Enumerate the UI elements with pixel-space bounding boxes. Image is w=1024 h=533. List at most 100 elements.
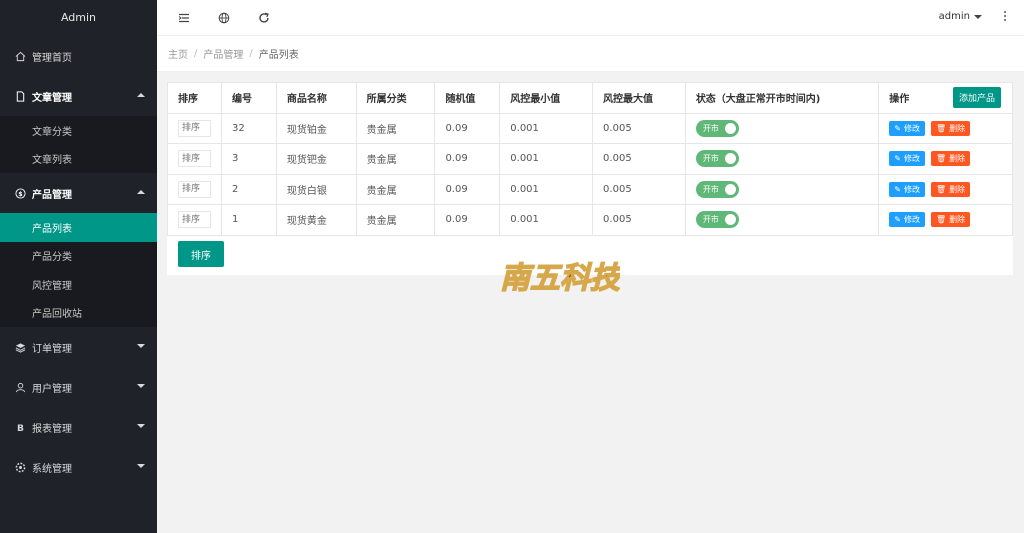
breadcrumb-home[interactable]: 主页 xyxy=(168,46,188,61)
user-menu[interactable]: admin xyxy=(939,11,982,22)
status-toggle-label: 开市 xyxy=(702,215,719,225)
sort-order-input[interactable] xyxy=(178,150,211,168)
refresh-icon[interactable] xyxy=(257,11,271,25)
sidebar-item-label: 产品管理 xyxy=(32,189,72,201)
status-toggle-label: 开市 xyxy=(702,154,719,164)
breadcrumb-current: 产品列表 xyxy=(258,50,299,61)
gear-icon xyxy=(14,461,26,473)
chevron-down-icon xyxy=(137,384,145,388)
chevron-down-icon xyxy=(137,424,145,428)
trash-icon: 🗑 xyxy=(936,215,947,225)
trash-icon: 🗑 xyxy=(936,184,947,194)
sidebar-item-product[interactable]: $ 产品管理 xyxy=(0,173,157,213)
sort-order-input[interactable] xyxy=(178,180,211,198)
col-header-category: 所属分类 xyxy=(355,82,436,114)
edit-button[interactable]: ✎ 修改 xyxy=(889,120,925,136)
cell-status: 开市 xyxy=(684,143,880,175)
stack-icon xyxy=(14,341,26,353)
breadcrumb: 主页 / 产品管理 / 产品列表 xyxy=(157,36,1024,72)
sidebar-item-label: 用户管理 xyxy=(32,383,72,395)
sidebar-item-reports[interactable]: B 报表管理 xyxy=(0,407,157,447)
pencil-icon: ✎ xyxy=(894,184,901,194)
sidebar-item-users[interactable]: 用户管理 xyxy=(0,367,157,407)
home-icon xyxy=(14,50,26,62)
trash-icon: 🗑 xyxy=(936,123,947,133)
sidebar-item-article-list[interactable]: 文章列表 xyxy=(0,145,157,174)
table-header-row: 排序 编号 商品名称 所属分类 随机值 风控最小值 风控最大值 状态（大盘正常开… xyxy=(167,82,1013,114)
table-row: 1 现货黄金 贵金属 0.09 0.001 0.005 开市 ✎修改 🗑删除 xyxy=(167,204,1013,236)
delete-button[interactable]: 🗑 删除 xyxy=(931,212,971,228)
cell-actions: ✎ 修改 🗑 删除 xyxy=(878,143,1013,175)
edit-label: 修改 xyxy=(904,184,920,194)
edit-button[interactable]: ✎ 修改 xyxy=(889,181,925,197)
cell-actions: ✎ 修改 🗑 删除 xyxy=(878,204,1013,236)
sort-order-input[interactable] xyxy=(178,211,211,229)
topbar: admin xyxy=(157,0,1024,36)
cell-actions: ✎ 修改 🗑 删除 xyxy=(878,173,1013,205)
article-submenu: 文章分类 文章列表 xyxy=(0,116,157,173)
cell-risk-max: 0.005 xyxy=(592,204,686,236)
toggle-knob xyxy=(724,122,736,134)
document-icon xyxy=(14,90,26,102)
sidebar-item-risk-control[interactable]: 风控管理 xyxy=(0,270,157,299)
status-toggle-label: 开市 xyxy=(702,184,719,194)
sidebar-item-product-list[interactable]: 产品列表 xyxy=(0,213,157,242)
sidebar-item-orders[interactable]: 订单管理 xyxy=(0,327,157,367)
toggle-knob xyxy=(724,153,736,165)
col-header-id: 编号 xyxy=(221,82,277,114)
svg-text:B: B xyxy=(17,423,24,433)
cell-status: 开市 xyxy=(684,112,880,144)
breadcrumb-separator: / xyxy=(249,48,253,59)
sidebar-item-label: 订单管理 xyxy=(32,343,72,355)
status-toggle[interactable]: 开市 xyxy=(695,180,739,198)
sidebar: Admin 管理首页 文章管理 文章分类 文章列表 $ 产品管理 产品列表 产品… xyxy=(0,0,157,533)
pencil-icon: ✎ xyxy=(894,123,901,133)
cell-id: 1 xyxy=(221,204,277,236)
toggle-knob xyxy=(724,183,736,195)
edit-label: 修改 xyxy=(904,123,920,133)
status-toggle-label: 开市 xyxy=(702,123,719,133)
table-row: 32 现货铂金 贵金属 0.09 0.001 0.005 开市 ✎修改 🗑删除 xyxy=(167,112,1013,144)
edit-button[interactable]: ✎ 修改 xyxy=(889,151,925,167)
chevron-down-icon xyxy=(137,344,145,348)
toggle-knob xyxy=(724,214,736,226)
status-toggle[interactable]: 开市 xyxy=(695,211,739,229)
add-product-button[interactable]: 添加产品 xyxy=(952,87,1001,108)
cell-risk-min: 0.001 xyxy=(499,112,594,144)
username: admin xyxy=(938,11,970,22)
sidebar-item-article-category[interactable]: 文章分类 xyxy=(0,116,157,145)
edit-button[interactable]: ✎ 修改 xyxy=(889,212,925,228)
sidebar-item-system[interactable]: 系统管理 xyxy=(0,447,157,487)
menu-toggle-icon[interactable] xyxy=(177,11,191,25)
cell-risk-min: 0.001 xyxy=(499,143,594,175)
cell-risk-max: 0.005 xyxy=(592,112,686,144)
delete-button[interactable]: 🗑 删除 xyxy=(931,151,971,167)
status-toggle[interactable]: 开市 xyxy=(695,150,739,168)
svg-text:$: $ xyxy=(18,189,23,197)
product-table: 排序 编号 商品名称 所属分类 随机值 风控最小值 风控最大值 状态（大盘正常开… xyxy=(167,82,1013,236)
delete-button[interactable]: 🗑 删除 xyxy=(931,120,971,136)
globe-icon[interactable] xyxy=(217,11,231,25)
breadcrumb-product[interactable]: 产品管理 xyxy=(203,46,243,61)
cell-status: 开市 xyxy=(684,173,880,205)
cell-category: 贵金属 xyxy=(355,173,436,205)
sidebar-item-product-recycle[interactable]: 产品回收站 xyxy=(0,299,157,328)
cell-actions: ✎ 修改 🗑 删除 xyxy=(878,112,1013,144)
delete-label: 删除 xyxy=(949,123,966,133)
edit-label: 修改 xyxy=(904,154,920,164)
cell-sort xyxy=(167,112,222,144)
more-vertical-icon[interactable] xyxy=(1002,11,1008,21)
sidebar-item-product-category[interactable]: 产品分类 xyxy=(0,242,157,271)
cell-name: 现货白银 xyxy=(275,173,357,205)
cell-risk-max: 0.005 xyxy=(592,143,686,175)
cell-sort xyxy=(167,173,222,205)
sort-order-input[interactable] xyxy=(178,119,211,137)
delete-button[interactable]: 🗑 删除 xyxy=(931,181,971,197)
sidebar-item-article[interactable]: 文章管理 xyxy=(0,76,157,116)
status-toggle[interactable]: 开市 xyxy=(695,119,739,137)
sort-button[interactable]: 排序 xyxy=(178,241,224,267)
sidebar-item-home[interactable]: 管理首页 xyxy=(0,36,157,76)
pencil-icon: ✎ xyxy=(894,215,901,225)
cell-random: 0.09 xyxy=(434,143,501,175)
col-header-name: 商品名称 xyxy=(275,82,357,114)
